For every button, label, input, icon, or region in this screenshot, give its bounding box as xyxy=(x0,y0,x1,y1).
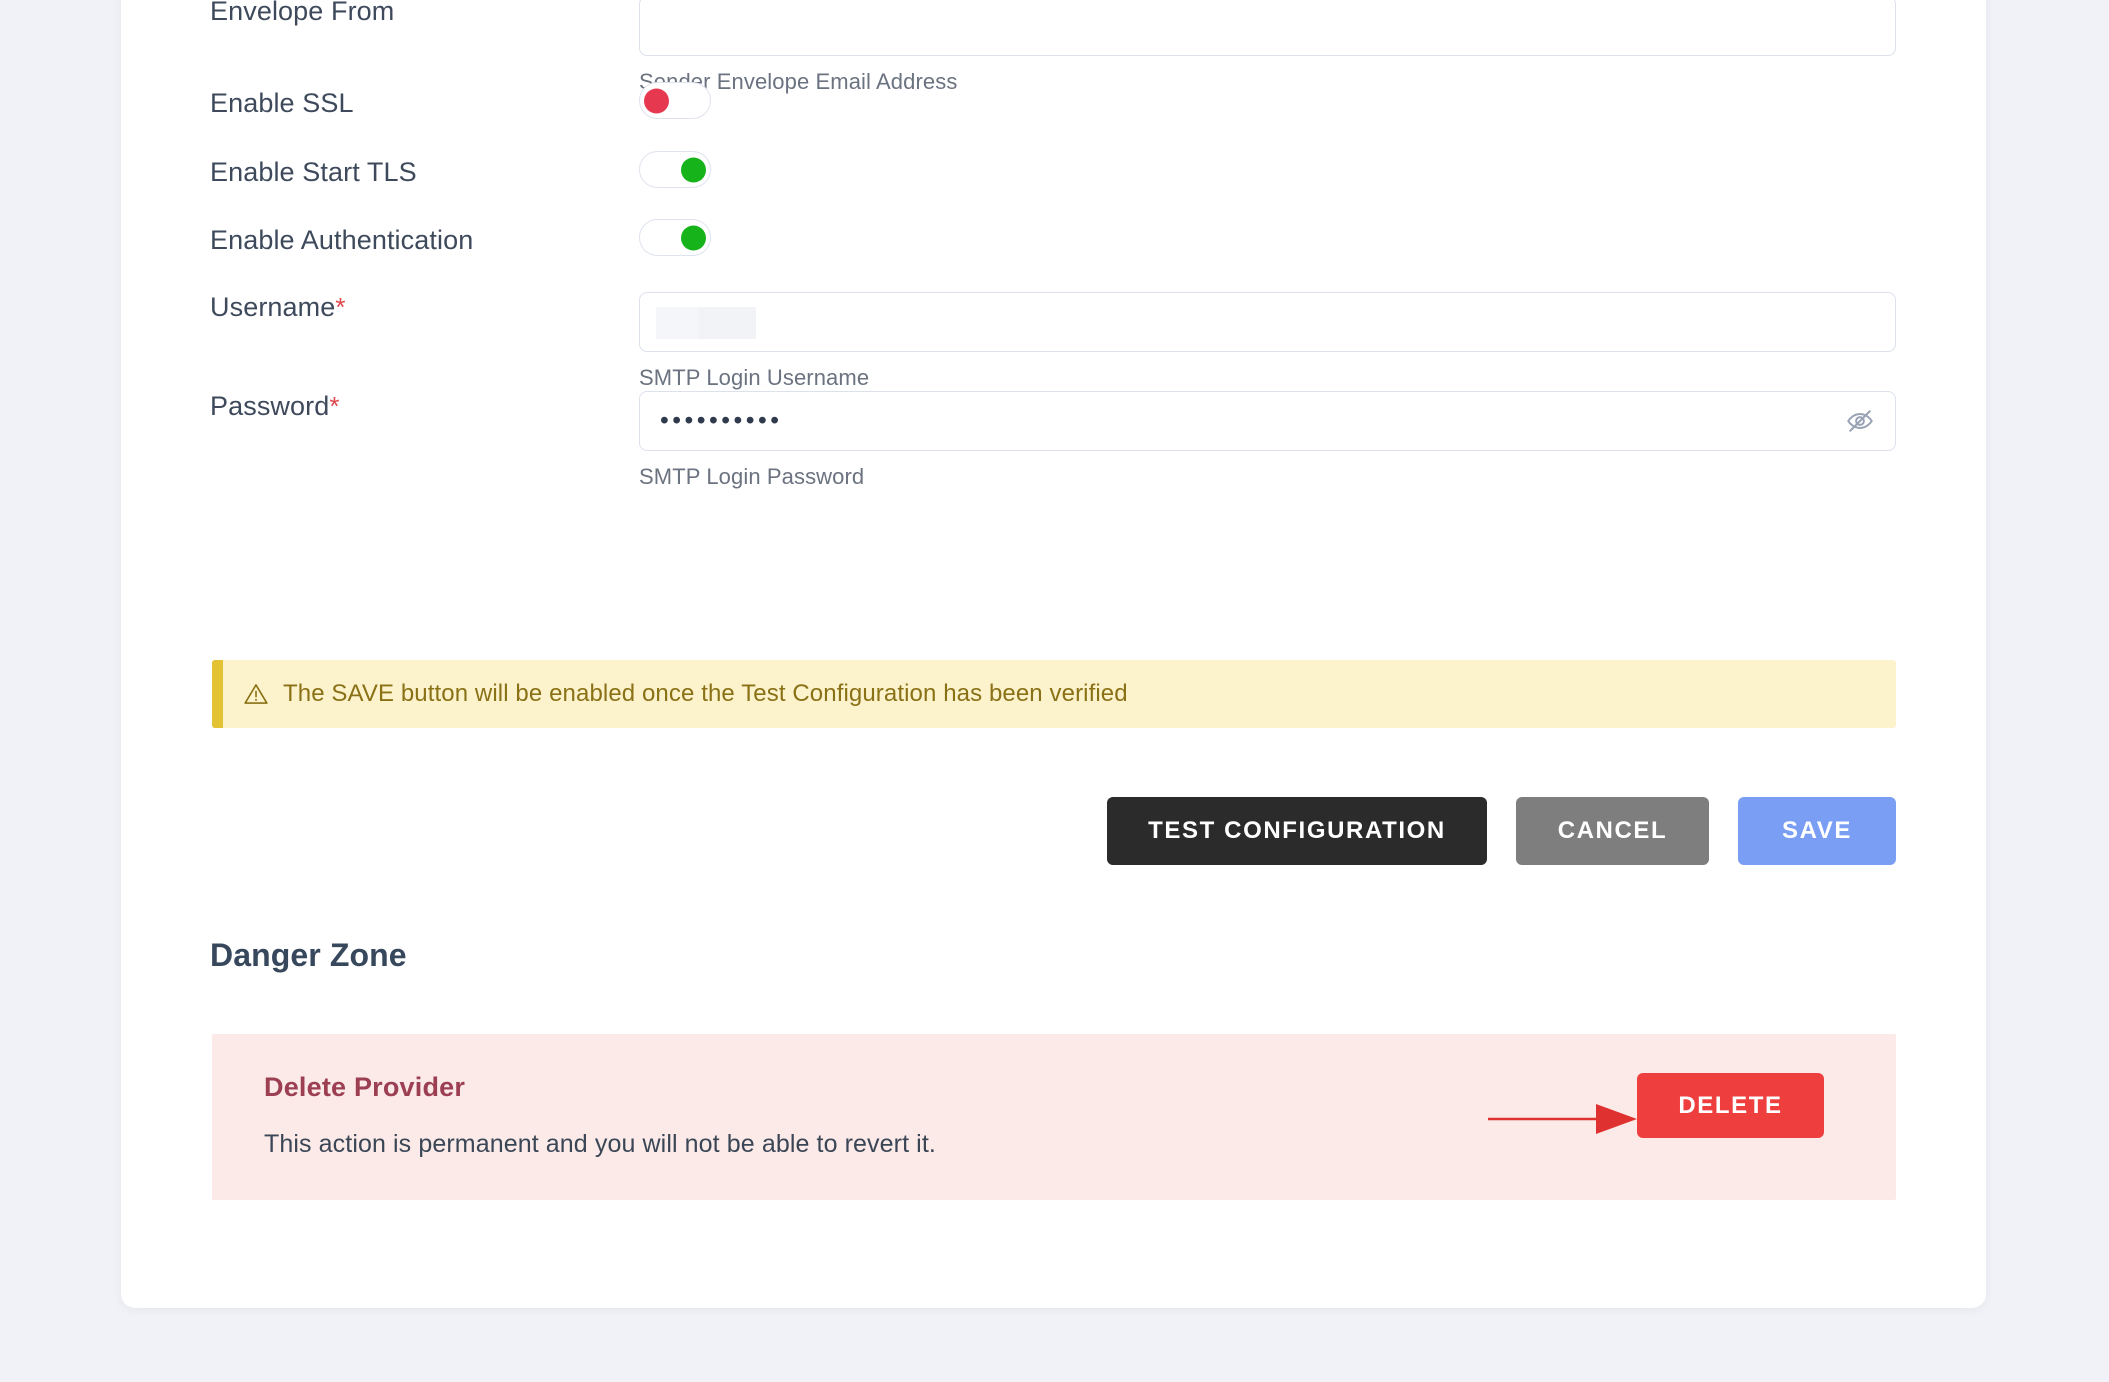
enable-start-tls-toggle[interactable] xyxy=(639,151,711,188)
enable-start-tls-label: Enable Start TLS xyxy=(210,157,417,187)
test-configuration-button[interactable]: TEST CONFIGURATION xyxy=(1107,797,1487,865)
toggle-knob xyxy=(644,88,669,113)
settings-card: Envelope From Sender Envelope Email Addr… xyxy=(121,0,1986,1308)
password-masked-value: •••••••••• xyxy=(660,406,783,435)
toggle-knob xyxy=(681,225,706,250)
delete-provider-description: This action is permanent and you will no… xyxy=(264,1130,936,1158)
envelope-from-input[interactable] xyxy=(639,0,1896,56)
notice-text: The SAVE button will be enabled once the… xyxy=(283,680,1128,707)
enable-authentication-toggle[interactable] xyxy=(639,219,711,256)
enable-ssl-toggle[interactable] xyxy=(639,82,711,119)
save-disabled-notice: The SAVE button will be enabled once the… xyxy=(212,660,1896,728)
delete-provider-panel: Delete Provider This action is permanent… xyxy=(212,1034,1896,1200)
required-marker: * xyxy=(329,391,340,421)
username-input[interactable] xyxy=(639,292,1896,352)
required-marker: * xyxy=(335,292,346,322)
redacted-value xyxy=(656,307,756,339)
eye-off-icon[interactable] xyxy=(1843,404,1877,438)
username-hint: SMTP Login Username xyxy=(639,365,870,390)
delete-button[interactable]: DELETE xyxy=(1637,1073,1824,1138)
username-label: Username* xyxy=(210,292,346,322)
enable-ssl-label: Enable SSL xyxy=(210,88,354,118)
password-label: Password* xyxy=(210,391,340,421)
warning-triangle-icon xyxy=(243,681,269,707)
notice-accent-bar xyxy=(212,660,223,728)
cancel-button[interactable]: CANCEL xyxy=(1516,797,1709,865)
password-hint: SMTP Login Password xyxy=(639,464,865,489)
enable-authentication-label: Enable Authentication xyxy=(210,225,474,255)
password-input[interactable]: •••••••••• xyxy=(639,391,1896,451)
envelope-from-label: Envelope From xyxy=(210,0,395,26)
danger-zone-title: Danger Zone xyxy=(210,937,407,973)
page-background: Envelope From Sender Envelope Email Addr… xyxy=(0,0,2109,1382)
delete-provider-heading: Delete Provider xyxy=(264,1072,466,1102)
save-button[interactable]: SAVE xyxy=(1738,797,1896,865)
toggle-knob xyxy=(681,157,706,182)
envelope-from-hint: Sender Envelope Email Address xyxy=(639,69,958,94)
